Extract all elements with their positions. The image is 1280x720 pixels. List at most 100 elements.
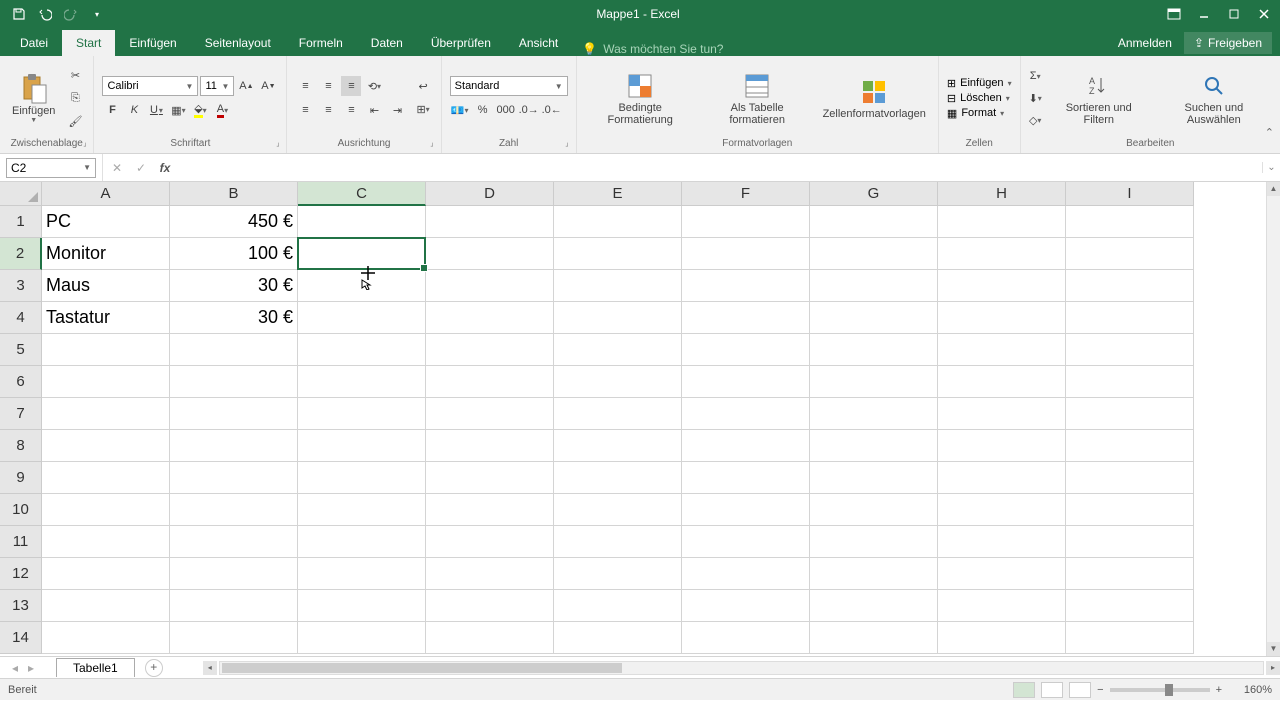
italic-button[interactable]: K [124,100,144,120]
align-left-icon[interactable]: ≡ [295,100,315,120]
cell[interactable]: PC [42,206,170,238]
cell[interactable] [42,590,170,622]
horizontal-scrollbar[interactable] [219,661,1264,675]
font-name-select[interactable]: Calibri▼ [102,76,198,96]
wrap-text-icon[interactable]: ↩ [413,77,432,97]
format-as-table-button[interactable]: Als Tabelle formatieren [702,68,813,128]
cell[interactable] [682,494,810,526]
enter-formula-icon[interactable]: ✓ [131,158,151,178]
insert-cells-button[interactable]: ⊞Einfügen▾ [947,77,1012,90]
paste-button[interactable]: Einfügen ▼ [8,71,59,126]
cell[interactable] [554,206,682,238]
cell[interactable] [170,622,298,654]
row-header[interactable]: 2 [0,238,42,270]
align-bottom-icon[interactable]: ≡ [341,76,361,96]
cell[interactable] [1066,558,1194,590]
tab-ueberpruefen[interactable]: Überprüfen [417,30,505,56]
cell[interactable] [810,526,938,558]
scroll-down-icon[interactable]: ▼ [1267,642,1280,656]
collapse-ribbon-icon[interactable]: ⌃ [1265,126,1274,139]
cell[interactable] [170,398,298,430]
name-box[interactable]: C2▼ [6,158,96,178]
formula-input[interactable] [179,158,1262,178]
cell[interactable] [810,494,938,526]
cell[interactable] [170,462,298,494]
cell[interactable] [938,558,1066,590]
fill-icon[interactable]: ⬇▾ [1029,88,1042,108]
cell[interactable] [682,590,810,622]
decrease-indent-icon[interactable]: ⇤ [364,100,384,120]
cell[interactable] [298,334,426,366]
cell[interactable] [554,366,682,398]
row-header[interactable]: 14 [0,622,42,654]
tab-daten[interactable]: Daten [357,30,417,56]
cell[interactable] [938,270,1066,302]
cell[interactable] [810,334,938,366]
zoom-out-icon[interactable]: − [1097,684,1103,696]
row-header[interactable]: 7 [0,398,42,430]
cell[interactable] [42,430,170,462]
row-header[interactable]: 4 [0,302,42,334]
cell[interactable] [810,270,938,302]
number-format-select[interactable]: Standard▼ [450,76,568,96]
cell[interactable] [682,462,810,494]
cell[interactable] [810,590,938,622]
cell[interactable] [810,622,938,654]
cell[interactable] [938,462,1066,494]
cell[interactable] [426,334,554,366]
cell[interactable] [938,526,1066,558]
column-header[interactable]: I [1066,182,1194,206]
cell[interactable] [426,590,554,622]
row-header[interactable]: 12 [0,558,42,590]
cell[interactable] [554,238,682,270]
tab-seitenlayout[interactable]: Seitenlayout [191,30,285,56]
cell[interactable] [938,206,1066,238]
column-header[interactable]: E [554,182,682,206]
cell[interactable] [170,494,298,526]
cell[interactable] [426,398,554,430]
cell[interactable] [1066,334,1194,366]
cell[interactable] [682,238,810,270]
tab-start[interactable]: Start [62,30,115,56]
cell[interactable] [426,622,554,654]
page-break-view-icon[interactable] [1069,682,1091,698]
cell[interactable] [42,526,170,558]
underline-button[interactable]: U▾ [146,100,166,120]
cell[interactable] [42,398,170,430]
cell[interactable] [426,302,554,334]
align-center-icon[interactable]: ≡ [318,100,338,120]
cell[interactable] [1066,270,1194,302]
cell[interactable] [554,590,682,622]
cell[interactable] [810,430,938,462]
close-icon[interactable] [1250,2,1278,26]
cell[interactable] [554,558,682,590]
cell[interactable] [1066,462,1194,494]
cell[interactable] [938,334,1066,366]
autosum-icon[interactable]: Σ▾ [1029,66,1042,86]
row-header[interactable]: 10 [0,494,42,526]
cell[interactable] [42,366,170,398]
normal-view-icon[interactable] [1013,682,1035,698]
cell[interactable] [810,238,938,270]
cell[interactable] [170,366,298,398]
row-header[interactable]: 13 [0,590,42,622]
cell[interactable] [682,430,810,462]
cell[interactable] [554,526,682,558]
cell[interactable] [938,430,1066,462]
cell-styles-button[interactable]: Zellenformatvorlagen [819,74,930,122]
cell[interactable] [682,558,810,590]
delete-cells-button[interactable]: ⊟Löschen▾ [947,92,1012,105]
row-header[interactable]: 9 [0,462,42,494]
spreadsheet-grid[interactable]: ABCDEFGHI 1PC450 €2Monitor100 €3Maus30 €… [0,182,1280,656]
increase-decimal-icon[interactable]: .0→ [519,100,539,120]
font-color-icon[interactable]: A▾ [212,100,232,120]
fill-color-icon[interactable]: ⬙▾ [190,100,210,120]
cell[interactable] [682,622,810,654]
sort-filter-button[interactable]: AZ Sortieren und Filtern [1048,68,1150,128]
cell[interactable] [42,558,170,590]
cell[interactable] [170,334,298,366]
cell[interactable] [1066,590,1194,622]
conditional-formatting-button[interactable]: Bedingte Formatierung [585,68,696,128]
comma-format-icon[interactable]: 000 [496,100,516,120]
cell[interactable] [426,270,554,302]
